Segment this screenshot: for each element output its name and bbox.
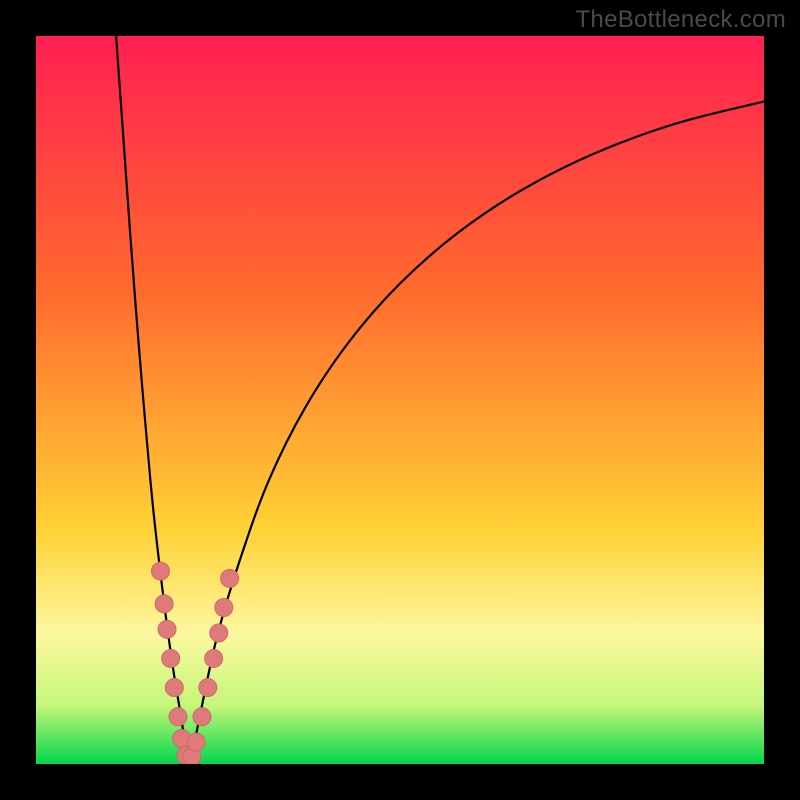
data-marker [187,733,205,751]
data-marker [169,708,187,726]
data-marker [221,569,239,587]
data-marker [199,679,217,697]
data-marker [162,649,180,667]
data-marker [155,595,173,613]
data-marker [151,562,169,580]
data-marker [193,708,211,726]
gradient-background [36,36,764,764]
chart-svg [36,36,764,764]
chart-frame: TheBottleneck.com [0,0,800,800]
watermark-text: TheBottleneck.com [575,6,786,34]
data-marker [215,598,233,616]
plot-area [36,36,764,764]
data-marker [210,624,228,642]
data-marker [158,620,176,638]
data-marker [165,679,183,697]
data-marker [205,649,223,667]
